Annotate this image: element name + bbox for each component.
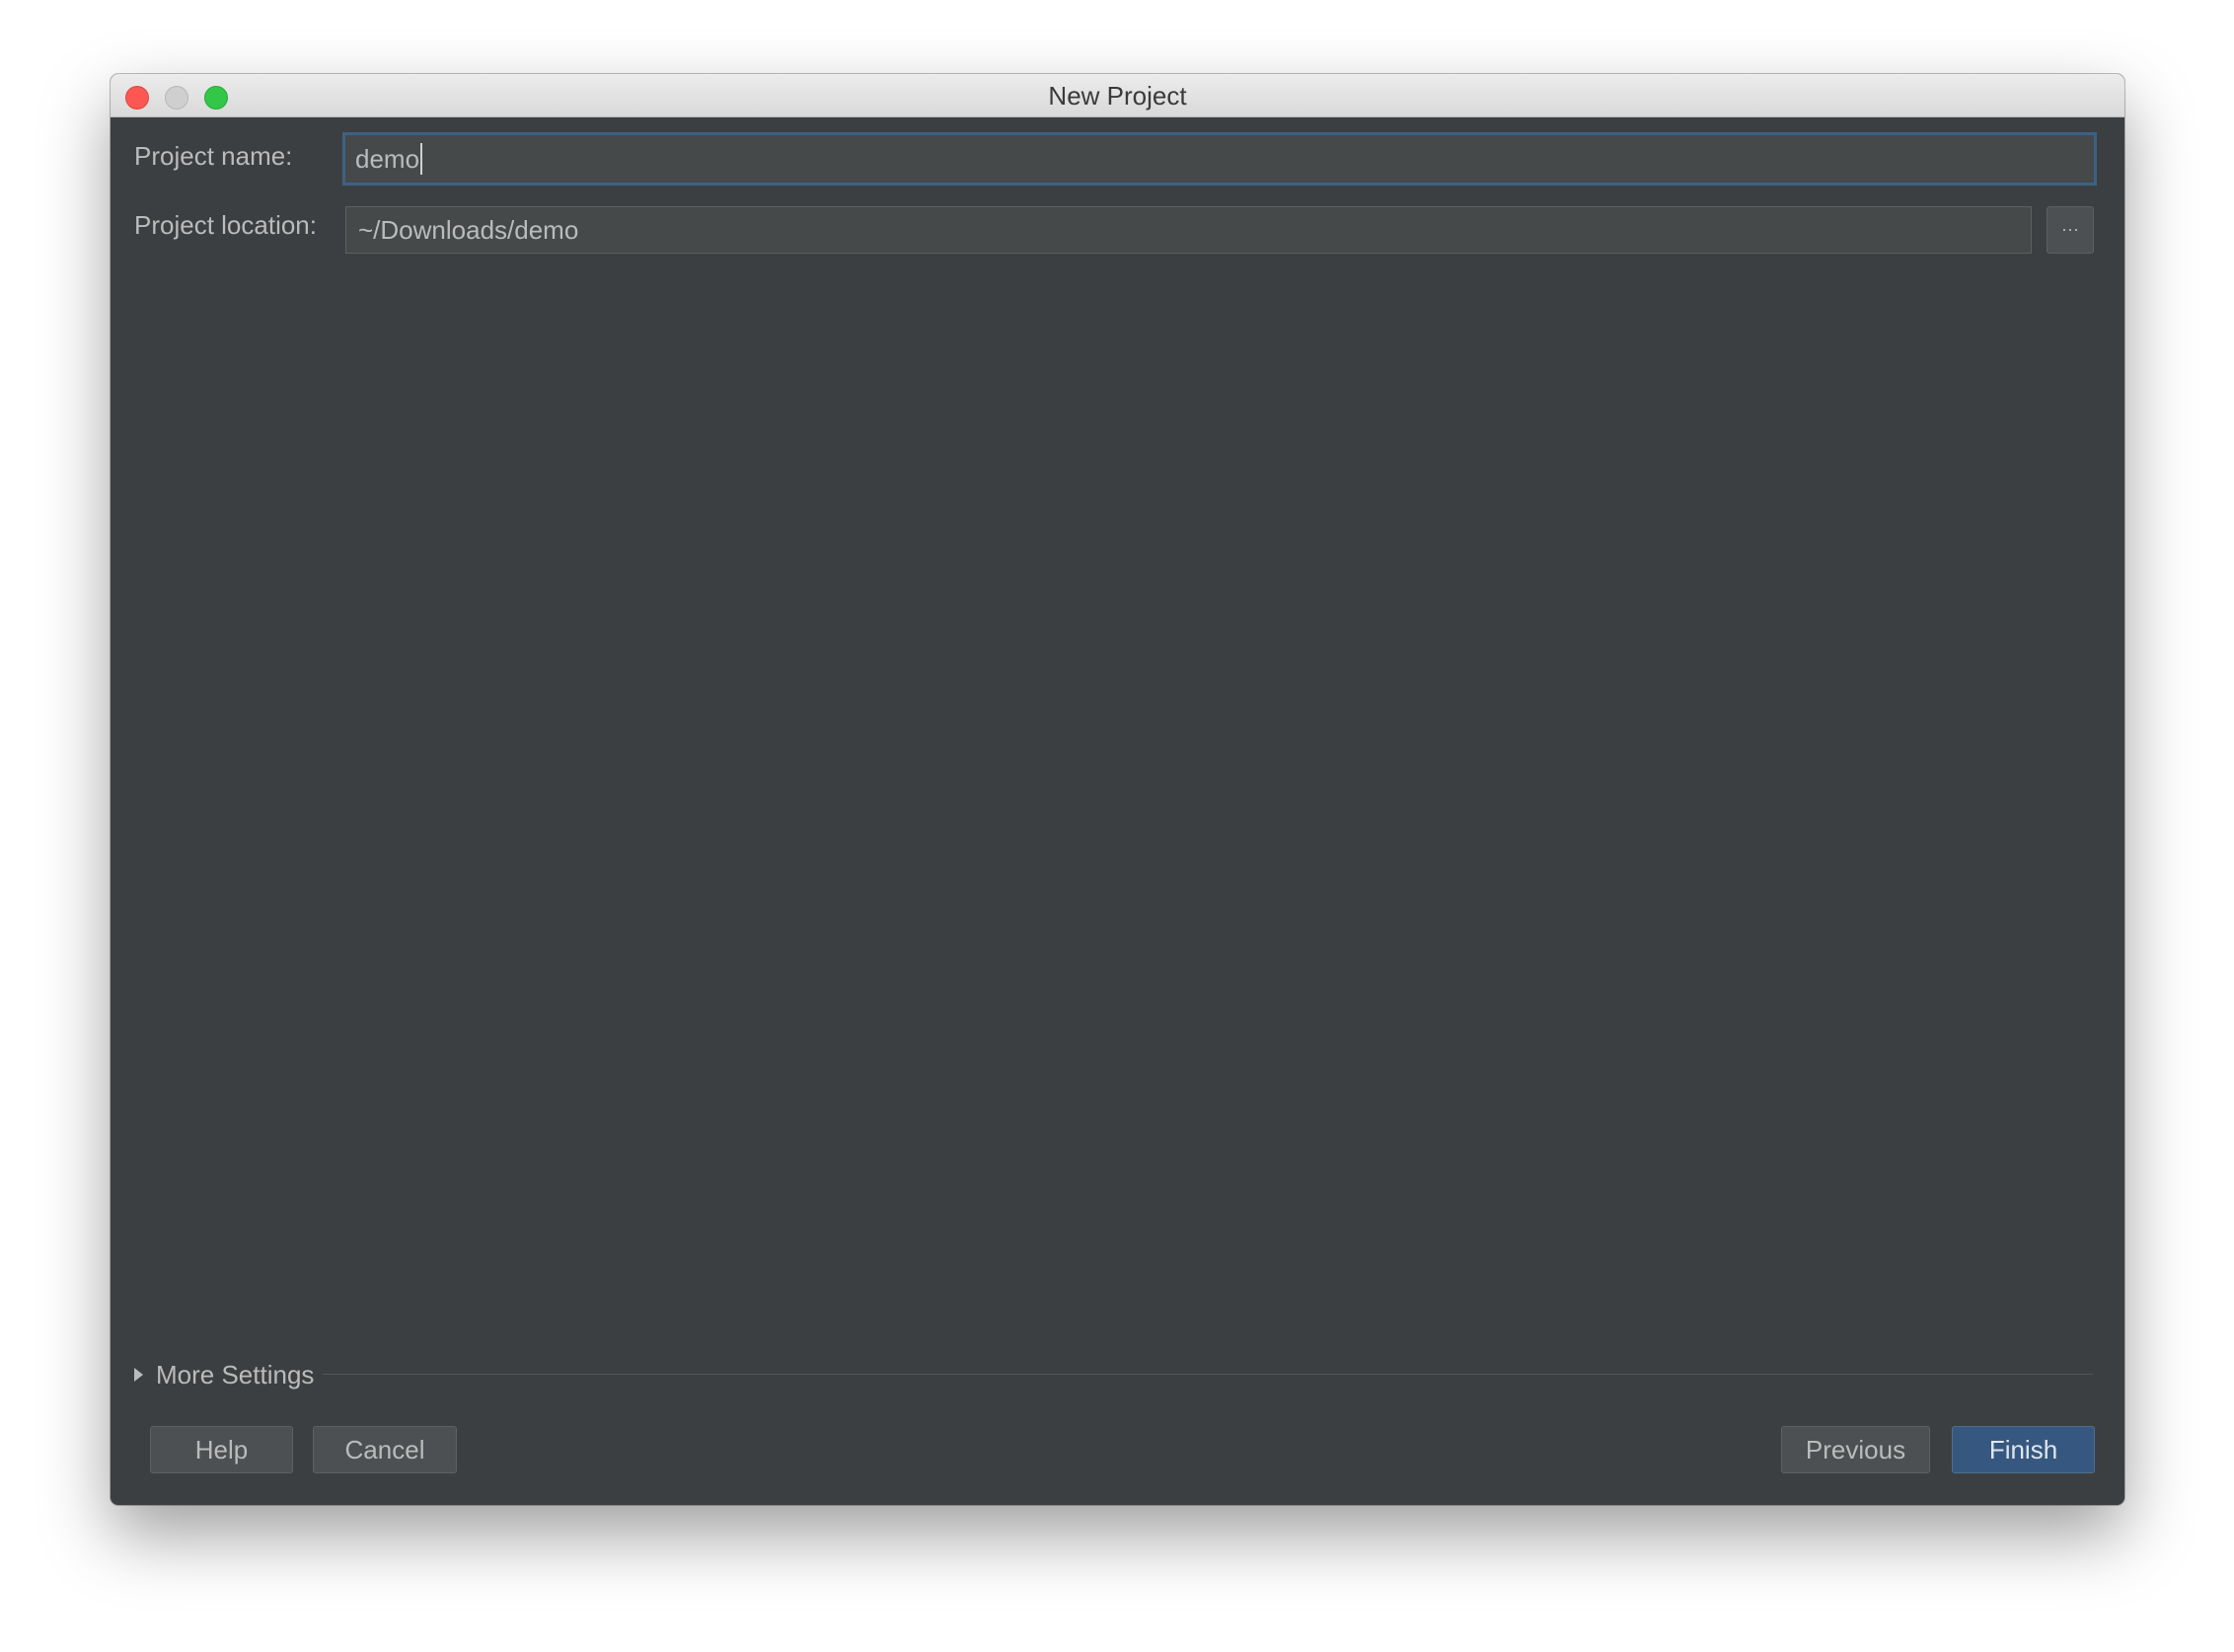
previous-button[interactable]: Previous (1781, 1426, 1930, 1473)
browse-location-button[interactable]: ··· (2047, 206, 2094, 254)
more-settings-label: More Settings (156, 1359, 315, 1389)
window-title: New Project (1048, 81, 1187, 111)
project-name-label: Project name: (134, 141, 293, 171)
project-name-input[interactable]: demo (342, 132, 2097, 186)
help-button[interactable]: Help (150, 1426, 293, 1473)
project-location-input[interactable]: ~/Downloads/demo (345, 206, 2032, 254)
dialog-content: Project name: demo Project location: ~/D… (111, 117, 2124, 1505)
disclosure-triangle-icon (134, 1368, 143, 1382)
new-project-window: New Project Project name: demo Project l… (111, 74, 2124, 1505)
finish-button[interactable]: Finish (1952, 1426, 2095, 1473)
cancel-button[interactable]: Cancel (313, 1426, 457, 1473)
more-settings-toggle[interactable]: More Settings (134, 1357, 314, 1392)
text-caret (420, 143, 423, 175)
project-location-value: ~/Downloads/demo (358, 214, 579, 245)
project-location-label: Project location: (134, 210, 317, 240)
title-bar[interactable]: New Project (111, 74, 2124, 117)
more-settings-divider (323, 1374, 2093, 1375)
project-name-value: demo (355, 143, 420, 174)
